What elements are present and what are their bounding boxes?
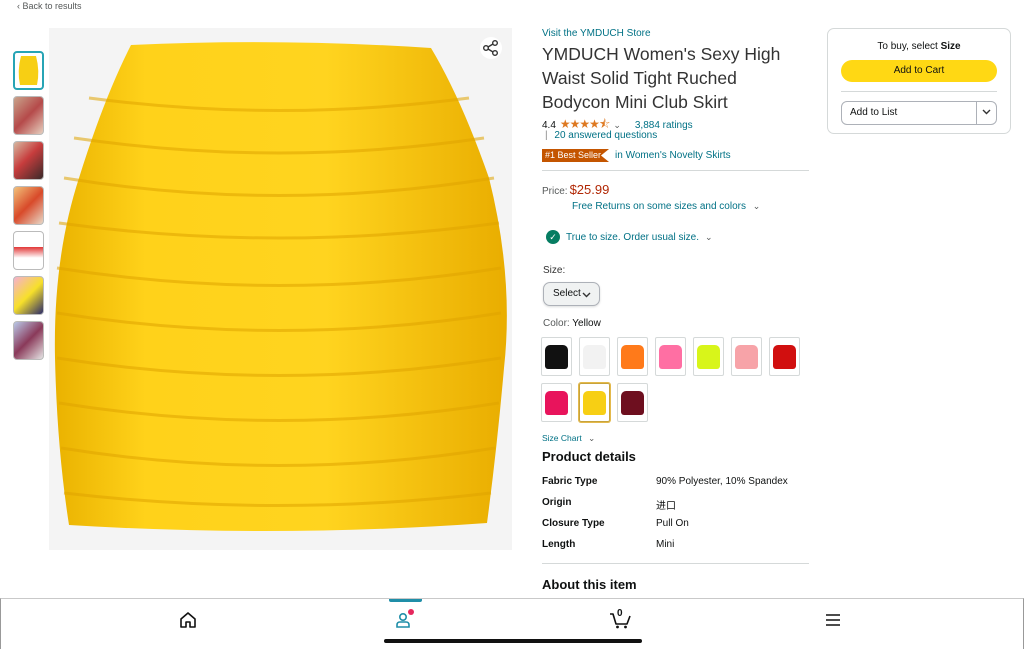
free-returns-label: Free Returns on some sizes and colors (572, 201, 746, 212)
main-product-image[interactable] (49, 28, 512, 550)
color-swatch[interactable] (579, 383, 610, 422)
answered-questions-link[interactable]: 20 answered questions (554, 130, 657, 141)
to-buy-size: Size (940, 41, 961, 52)
thumbnail-5[interactable] (13, 231, 44, 270)
color-swatch[interactable] (617, 337, 648, 376)
chevron-down-icon: ⌄ (705, 231, 713, 242)
color-swatch[interactable] (579, 337, 610, 376)
divider (542, 170, 809, 171)
thumbnail-7[interactable] (13, 321, 44, 360)
color-swatch[interactable] (731, 337, 762, 376)
color-swatch[interactable] (769, 337, 800, 376)
home-indicator (384, 639, 642, 643)
best-seller-badge[interactable]: #1 Best Seller (542, 149, 610, 162)
detail-value: Pull On (656, 518, 689, 529)
share-button[interactable] (480, 37, 502, 59)
thumbnail-2[interactable] (13, 96, 44, 135)
yellow-skirt-image (54, 42, 507, 532)
menu-button[interactable] (821, 609, 845, 631)
detail-key: Closure Type (542, 518, 605, 529)
free-returns-link[interactable]: Free Returns on some sizes and colors ⌄ (572, 201, 760, 212)
chevron-down-icon (982, 109, 991, 115)
chevron-down-icon (582, 292, 591, 298)
account-button[interactable] (391, 609, 415, 631)
color-swatches (541, 337, 811, 422)
detail-row: Closure Type Pull On (542, 518, 788, 539)
size-label: Size: (543, 265, 566, 276)
swatch-image (545, 344, 568, 369)
add-to-list-label: Add to List (850, 107, 898, 118)
swatch-image (735, 344, 758, 369)
divider (841, 91, 997, 92)
detail-row: Length Mini (542, 539, 788, 560)
add-to-list-dropdown[interactable] (976, 102, 996, 124)
to-buy-prompt: To buy, select Size (828, 41, 1010, 52)
detail-key: Origin (542, 497, 572, 508)
chevron-down-icon: ⌄ (588, 433, 596, 443)
best-seller-category-link[interactable]: in Women's Novelty Skirts (615, 150, 731, 161)
color-swatch[interactable] (541, 383, 572, 422)
size-chart-label: Size Chart (542, 433, 582, 443)
size-chart-link[interactable]: Size Chart ⌄ (542, 433, 595, 444)
color-swatch[interactable] (617, 383, 648, 422)
color-label: Color: Yellow (543, 318, 601, 329)
home-icon (180, 612, 196, 628)
chevron-down-icon: ⌄ (752, 201, 761, 211)
buy-box: To buy, select Size Add to Cart Add to L… (827, 28, 1011, 134)
swatch-image (545, 390, 568, 415)
thumbnail-6[interactable] (13, 276, 44, 315)
thumbnail-3[interactable] (13, 141, 44, 180)
thumbnail-strip (13, 51, 44, 366)
best-seller-row: #1 Best Seller in Women's Novelty Skirts (542, 149, 731, 162)
to-buy-prefix: To buy, select (877, 41, 938, 52)
fit-recommendation[interactable]: ✓ True to size. Order usual size. ⌄ (546, 230, 713, 244)
detail-key: Fabric Type (542, 476, 598, 487)
detail-value: Mini (656, 539, 675, 550)
active-tab-indicator (389, 599, 422, 602)
product-details-heading: Product details (542, 449, 636, 464)
fit-note: True to size. Order usual size. (566, 231, 700, 243)
detail-row: Origin 进口 (542, 497, 788, 518)
swatch-image (659, 344, 682, 369)
price-row: Price: $25.99 (542, 182, 609, 197)
color-swatch[interactable] (693, 337, 724, 376)
color-swatch[interactable] (655, 337, 686, 376)
size-select[interactable]: Select (543, 282, 600, 306)
hamburger-menu-icon (826, 614, 840, 626)
bottom-navigation: 0 (0, 598, 1024, 649)
swatch-image (621, 344, 644, 369)
swatch-image (773, 344, 796, 369)
swatch-image (621, 390, 644, 415)
color-swatch[interactable] (541, 337, 572, 376)
color-label-text: Color: (543, 318, 570, 329)
cart-button[interactable]: 0 (607, 608, 633, 631)
size-select-value: Select (553, 288, 581, 299)
share-icon (483, 40, 498, 56)
swatch-image (697, 344, 720, 369)
detail-key: Length (542, 539, 576, 550)
checkmark-icon: ✓ (546, 230, 560, 244)
detail-value: 进口 (656, 501, 676, 512)
product-details-table: Fabric Type 90% Polyester, 10% Spandex Ori… (542, 476, 788, 560)
add-to-list-button[interactable]: Add to List (841, 101, 997, 125)
answered-questions: | 20 answered questions (545, 130, 658, 141)
price-label: Price: (542, 186, 568, 197)
price-value: $25.99 (569, 182, 610, 197)
thumbnail-4[interactable] (13, 186, 44, 225)
cart-count: 0 (617, 608, 623, 619)
thumbnail-1[interactable] (13, 51, 44, 90)
store-link[interactable]: Visit the YMDUCH Store (542, 28, 651, 39)
swatch-image (583, 344, 606, 369)
detail-row: Fabric Type 90% Polyester, 10% Spandex (542, 476, 788, 497)
notification-dot-icon (408, 609, 414, 615)
add-to-cart-button[interactable]: Add to Cart (841, 60, 997, 82)
product-title: YMDUCH Women's Sexy High Waist Solid Tig… (542, 44, 781, 112)
back-to-results-link[interactable]: ‹ Back to results (17, 1, 82, 11)
color-value: Yellow (572, 318, 601, 329)
detail-value: 90% Polyester, 10% Spandex (656, 476, 788, 487)
divider (542, 563, 809, 564)
home-button[interactable] (176, 609, 200, 631)
swatch-image (583, 390, 606, 415)
about-heading: About this item (542, 577, 637, 592)
